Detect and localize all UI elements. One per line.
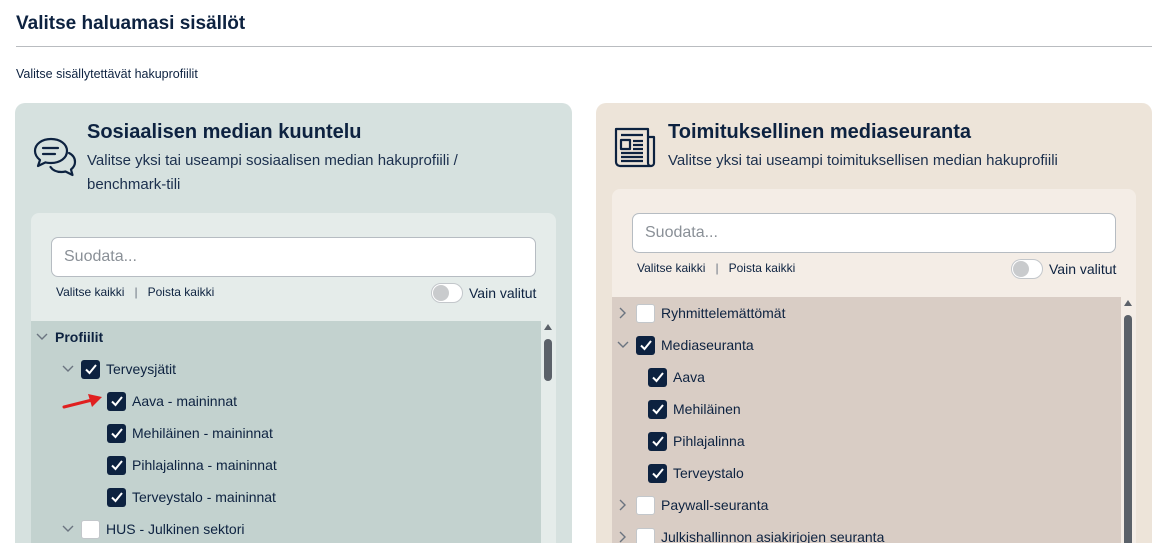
tree-row-label: Aava	[673, 369, 705, 385]
profile-tree: Ryhmittelemättömät Mediaseuranta Aava Mehil…	[612, 297, 1121, 543]
select-all-link[interactable]: Valitse kaikki	[637, 261, 705, 275]
tree-row-label: Pihlajalinna	[673, 433, 745, 449]
checkmark-icon	[110, 492, 123, 503]
filter-input[interactable]	[51, 237, 536, 277]
tree-row[interactable]: Paywall-seuranta	[616, 489, 768, 521]
checkbox-checked[interactable]	[648, 463, 667, 483]
chevron-down-icon[interactable]	[35, 330, 49, 344]
scroll-up-arrow[interactable]	[1124, 300, 1132, 306]
tree-row-label: Aava - maininnat	[132, 393, 238, 409]
checkmark-icon	[651, 404, 664, 415]
checkmark-icon	[110, 428, 123, 439]
checkbox-checked[interactable]	[107, 391, 126, 411]
tree-row[interactable]: Terveystalo - maininnat	[107, 481, 276, 513]
chevron-down-icon[interactable]	[616, 338, 630, 352]
checkmark-icon	[110, 460, 123, 471]
chevron-down-icon[interactable]	[61, 522, 75, 536]
chevron-down-icon[interactable]	[61, 362, 75, 376]
checkbox-unchecked[interactable]	[636, 495, 655, 515]
checkmark-icon	[651, 372, 664, 383]
tree-row-label: Mehiläinen - maininnat	[132, 425, 273, 441]
checkbox-unchecked[interactable]	[81, 519, 100, 539]
checkmark-icon	[651, 468, 664, 479]
checkmark-icon	[84, 364, 97, 375]
tree-row[interactable]: Terveystalo	[648, 457, 744, 489]
bulk-actions: Valitse kaikki | Poista kaikki	[637, 261, 795, 275]
checkbox-checked[interactable]	[648, 431, 667, 451]
tree-row[interactable]: Terveysjätit	[61, 353, 176, 385]
checkbox-unchecked[interactable]	[636, 303, 655, 323]
tree-row[interactable]: Mediaseuranta	[616, 329, 754, 361]
tree-row-label: Ryhmittelemättömät	[661, 305, 786, 321]
checkmark-icon	[110, 396, 123, 407]
checkbox-checked[interactable]	[107, 455, 126, 475]
tree-row[interactable]: Mehiläinen - maininnat	[107, 417, 273, 449]
tree-row[interactable]: HUS - Julkinen sektori	[61, 513, 245, 543]
panel-description: Valitse yksi tai useampi sosiaalisen med…	[87, 152, 458, 193]
scroll-thumb[interactable]	[544, 339, 552, 381]
tree-row-label: Julkishallinnon asiakirjojen seuranta	[661, 529, 885, 543]
tree-row-label: Profiilit	[55, 329, 104, 345]
selected-only-toggle-group: Vain valitut	[431, 283, 536, 303]
filter-input[interactable]	[632, 213, 1116, 253]
scroll-thumb[interactable]	[1124, 315, 1132, 543]
scroll-up-arrow[interactable]	[544, 324, 552, 330]
checkbox-checked[interactable]	[636, 335, 655, 355]
tree-scrollbar[interactable]	[541, 321, 555, 543]
toggle-label: Vain valitut	[1049, 261, 1117, 277]
selected-only-toggle[interactable]	[1011, 259, 1043, 279]
profile-tree: Profiilit Terveysjätit Aava - maininnat Meh…	[31, 321, 541, 543]
chevron-right-icon[interactable]	[616, 306, 630, 320]
tree-row-label: HUS - Julkinen sektori	[106, 521, 245, 537]
chat-bubbles-icon	[33, 137, 77, 177]
tree-row[interactable]: Pihlajalinna - maininnat	[107, 449, 277, 481]
tree-scrollbar[interactable]	[1121, 297, 1135, 543]
select-all-link[interactable]: Valitse kaikki	[56, 285, 124, 299]
page-title: Valitse haluamasi sisällöt	[16, 13, 246, 34]
checkbox-checked[interactable]	[107, 423, 126, 443]
page-subtitle: Valitse sisällytettävät hakuprofiilit	[16, 67, 198, 81]
tree-row-label: Terveystalo	[673, 465, 744, 481]
panel-description: Valitse yksi tai useampi toimituksellise…	[668, 152, 1058, 169]
profile-selector: Valitse kaikki | Poista kaikki Vain vali…	[31, 213, 556, 543]
tree-row[interactable]: Mehiläinen	[648, 393, 741, 425]
panel-heading: Toimituksellinen mediaseuranta	[668, 121, 972, 143]
chevron-right-icon[interactable]	[616, 530, 630, 543]
tree-row-label: Paywall-seuranta	[661, 497, 769, 513]
clear-all-link[interactable]: Poista kaikki	[148, 285, 215, 299]
title-divider	[16, 46, 1152, 47]
tree-row[interactable]: Profiilit	[35, 321, 103, 353]
panel-heading: Sosiaalisen median kuuntelu	[87, 121, 362, 143]
profile-selector: Valitse kaikki | Poista kaikki Vain vali…	[612, 189, 1136, 543]
tree-row[interactable]: Aava - maininnat	[107, 385, 237, 417]
tree-row-label: Terveystalo - maininnat	[132, 489, 276, 505]
newspaper-icon	[614, 127, 656, 168]
editorial-media-panel: Toimituksellinen mediaseuranta Valitse y…	[596, 103, 1152, 543]
link-separator: |	[715, 261, 719, 275]
tree-row[interactable]: Pihlajalinna	[648, 425, 745, 457]
red-arrow-annotation	[62, 394, 102, 409]
selected-only-toggle-group: Vain valitut	[1011, 259, 1116, 279]
tree-row-label: Pihlajalinna - maininnat	[132, 457, 277, 473]
checkmark-icon	[639, 340, 652, 351]
checkbox-checked[interactable]	[648, 399, 667, 419]
tree-row-label: Mehiläinen	[673, 401, 741, 417]
tree-row-label: Mediaseuranta	[661, 337, 754, 353]
clear-all-link[interactable]: Poista kaikki	[729, 261, 796, 275]
selected-only-toggle[interactable]	[431, 283, 463, 303]
bulk-actions: Valitse kaikki | Poista kaikki	[56, 285, 214, 299]
tree-row[interactable]: Ryhmittelemättömät	[616, 297, 785, 329]
checkbox-checked[interactable]	[107, 487, 126, 507]
checkbox-checked[interactable]	[81, 359, 100, 379]
checkmark-icon	[651, 436, 664, 447]
social-media-panel: Sosiaalisen median kuuntelu Valitse yksi…	[15, 103, 572, 543]
checkbox-unchecked[interactable]	[636, 527, 655, 543]
chevron-right-icon[interactable]	[616, 498, 630, 512]
toggle-label: Vain valitut	[469, 285, 537, 301]
tree-row-label: Terveysjätit	[106, 361, 177, 377]
checkbox-checked[interactable]	[648, 367, 667, 387]
tree-row[interactable]: Aava	[648, 361, 705, 393]
link-separator: |	[134, 285, 138, 299]
tree-row[interactable]: Julkishallinnon asiakirjojen seuranta	[616, 521, 884, 543]
